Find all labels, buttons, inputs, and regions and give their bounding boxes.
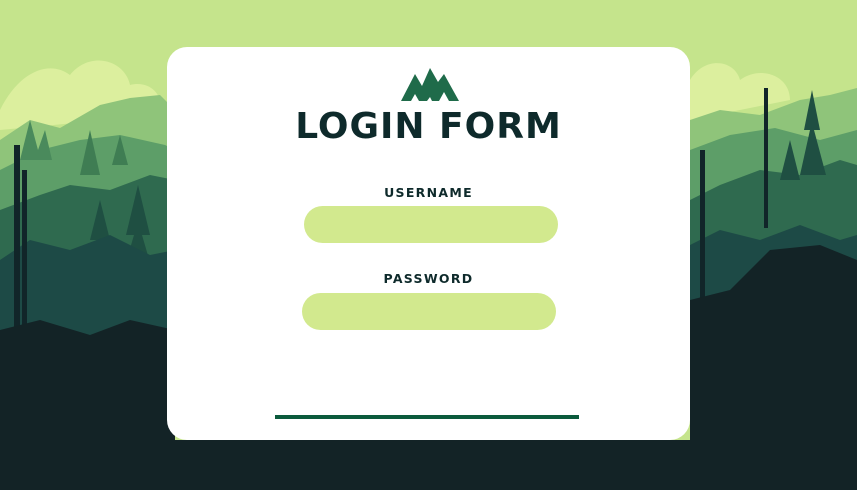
username-input[interactable] bbox=[304, 206, 558, 243]
login-card: LOGIN FORM USERNAME PASSWORD bbox=[167, 47, 690, 440]
login-page: LOGIN FORM USERNAME PASSWORD bbox=[0, 0, 857, 490]
mountain-logo-icon bbox=[401, 68, 459, 101]
password-input[interactable] bbox=[302, 293, 556, 330]
username-label: USERNAME bbox=[384, 185, 473, 200]
password-label: PASSWORD bbox=[383, 271, 474, 286]
accent-divider bbox=[275, 415, 579, 419]
page-title: LOGIN FORM bbox=[295, 106, 562, 147]
